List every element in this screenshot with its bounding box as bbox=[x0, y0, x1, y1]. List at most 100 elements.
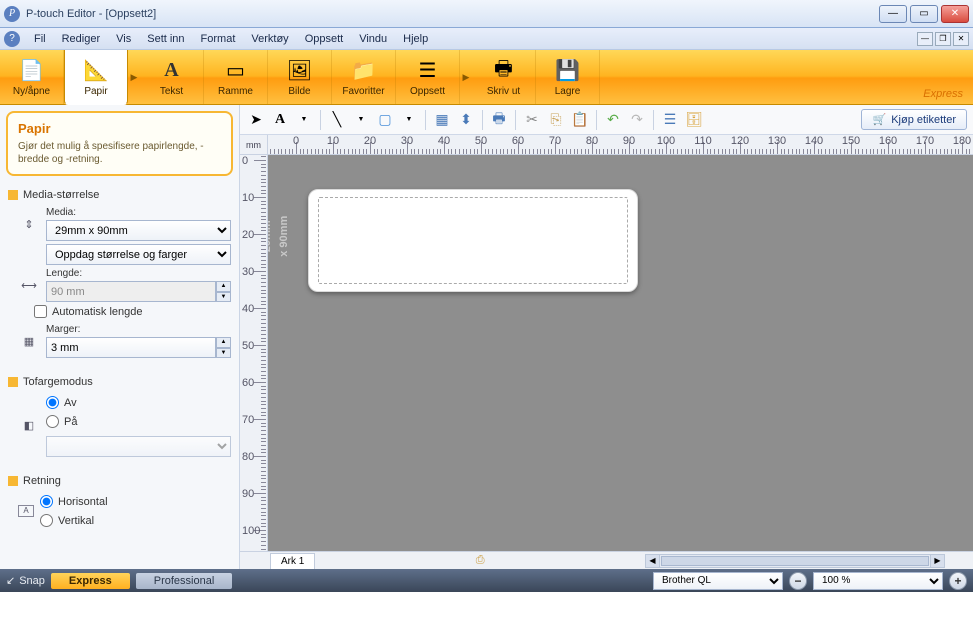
text-tool-dropdown[interactable]: ▼ bbox=[294, 110, 314, 130]
twocolor-on-radio[interactable] bbox=[46, 415, 59, 428]
line-tool-dropdown[interactable]: ▼ bbox=[351, 110, 371, 130]
page-new-icon: 📄 bbox=[18, 58, 46, 84]
media-label: Media: bbox=[46, 207, 231, 218]
printer-select[interactable]: Brother QL bbox=[653, 572, 783, 590]
label-preview[interactable] bbox=[308, 189, 638, 292]
menu-vindu[interactable]: Vindu bbox=[351, 33, 395, 45]
ribbon-ny-åpne-button[interactable]: 📄Ny/åpne bbox=[0, 50, 64, 104]
margins-input[interactable] bbox=[46, 337, 216, 358]
twocolor-select[interactable] bbox=[46, 436, 231, 457]
snap-mode-button[interactable]: ↙ Snap bbox=[6, 574, 45, 587]
menu-hjelp[interactable]: Hjelp bbox=[395, 33, 436, 45]
section-marker-icon bbox=[8, 190, 18, 200]
vertical-ruler[interactable]: 0102030405060708090100110 bbox=[240, 155, 268, 551]
design-canvas[interactable]: 29mm x 90mm bbox=[268, 155, 973, 551]
menu-bar: ? FilRedigerVisSett innFormatVerktøyOpps… bbox=[0, 28, 973, 50]
orientation-icon: A bbox=[18, 505, 34, 517]
scroll-thumb[interactable] bbox=[661, 556, 929, 566]
buy-labels-button[interactable]: 🛒Kjøp etiketter bbox=[861, 109, 967, 130]
label-print-area bbox=[318, 197, 628, 284]
orientation-vertical-radio[interactable] bbox=[40, 514, 53, 527]
detect-size-select[interactable]: Oppdag størrelse og farger bbox=[46, 244, 231, 265]
menu-vis[interactable]: Vis bbox=[108, 33, 139, 45]
align-tool-icon[interactable]: ⬍ bbox=[456, 110, 476, 130]
menu-verktøy[interactable]: Verktøy bbox=[243, 33, 296, 45]
paste-icon[interactable]: 📋 bbox=[570, 110, 590, 130]
app-icon: P bbox=[4, 6, 20, 22]
horizontal-scrollbar[interactable]: ◀ ▶ bbox=[645, 554, 945, 568]
menu-rediger[interactable]: Rediger bbox=[54, 33, 109, 45]
panel-info-title: Papir bbox=[18, 121, 221, 136]
sheet-tab[interactable]: Ark 1 bbox=[270, 553, 315, 569]
paper-icon: 📐 bbox=[82, 58, 110, 84]
length-input[interactable] bbox=[46, 281, 216, 302]
image-icon: 🖼 bbox=[286, 58, 314, 84]
ribbon-oppsett-button[interactable]: ☰Oppsett bbox=[396, 50, 460, 104]
ribbon-ramme-button[interactable]: ▭Ramme bbox=[204, 50, 268, 104]
ribbon-label: Papir bbox=[84, 86, 107, 97]
ribbon-bilde-button[interactable]: 🖼 Bilde bbox=[268, 50, 332, 104]
print-icon: 🖶 bbox=[490, 58, 518, 84]
mdi-close-button[interactable]: ✕ bbox=[953, 32, 969, 46]
margins-spin-down[interactable]: ▼ bbox=[216, 348, 231, 359]
ribbon-label: Bilde bbox=[288, 86, 310, 97]
shape-tool-icon[interactable]: ▢ bbox=[375, 110, 395, 130]
professional-mode-tab[interactable]: Professional bbox=[136, 573, 233, 589]
mdi-minimize-button[interactable]: — bbox=[917, 32, 933, 46]
line-tool-icon[interactable]: ╲ bbox=[327, 110, 347, 130]
panel-info-card: Papir Gjør det mulig å spesifisere papir… bbox=[6, 111, 233, 176]
menu-fil[interactable]: Fil bbox=[26, 33, 54, 45]
horizontal-ruler[interactable]: 0102030405060708090100110120130140150160… bbox=[268, 135, 973, 154]
auto-length-checkbox[interactable] bbox=[34, 305, 47, 318]
section-title-twocolor: Tofargemodus bbox=[23, 376, 93, 388]
text-icon: A bbox=[158, 58, 186, 84]
zoom-in-button[interactable]: + bbox=[949, 572, 967, 590]
section-title-orientation: Retning bbox=[23, 475, 61, 487]
menu-format[interactable]: Format bbox=[193, 33, 244, 45]
minimize-button[interactable]: — bbox=[879, 5, 907, 23]
zoom-select[interactable]: 100 % bbox=[813, 572, 943, 590]
scroll-left-button[interactable]: ◀ bbox=[646, 555, 660, 567]
scroll-right-button[interactable]: ▶ bbox=[930, 555, 944, 567]
ribbon-papir-button[interactable]: 📐 Papir bbox=[64, 50, 128, 105]
shape-tool-dropdown[interactable]: ▼ bbox=[399, 110, 419, 130]
help-icon[interactable]: ? bbox=[4, 31, 20, 47]
menu-oppsett[interactable]: Oppsett bbox=[297, 33, 352, 45]
redo-icon[interactable]: ↷ bbox=[627, 110, 647, 130]
zoom-out-button[interactable]: − bbox=[789, 572, 807, 590]
sheet-options-icon[interactable]: ⎙ bbox=[476, 554, 485, 567]
twocolor-icon: ◧ bbox=[18, 419, 40, 432]
ribbon-toolbar: 📄Ny/åpne 📐 Papir ▶ ATekst▭Ramme 🖼 Bilde 📁Favo… bbox=[0, 50, 973, 105]
edit-toolbar: ➤ A▼ ╲▼ ▢▼ ▦ ⬍ 🖶 ✂ ⎘ 📋 ↶ ↷ ☰ 🗄 🛒Kjøp eti… bbox=[240, 105, 973, 135]
margins-spin-up[interactable]: ▲ bbox=[216, 337, 231, 348]
section-marker-icon bbox=[8, 377, 18, 387]
ribbon-separator: ▶ bbox=[128, 50, 140, 104]
twocolor-off-radio[interactable] bbox=[46, 396, 59, 409]
copy-icon[interactable]: ⎘ bbox=[546, 110, 566, 130]
ribbon-skriv-ut-button[interactable]: 🖶Skriv ut bbox=[472, 50, 536, 104]
media-select[interactable]: 29mm x 90mm bbox=[46, 220, 231, 241]
ribbon-lagre-button[interactable]: 💾Lagre bbox=[536, 50, 600, 104]
table-tool-icon[interactable]: ▦ bbox=[432, 110, 452, 130]
layout-icon: ☰ bbox=[414, 58, 442, 84]
database-icon[interactable]: 🗄 bbox=[684, 110, 704, 130]
orientation-horizontal-radio[interactable] bbox=[40, 495, 53, 508]
ribbon-tekst-button[interactable]: ATekst bbox=[140, 50, 204, 104]
ribbon-favoritter-button[interactable]: 📁Favoritter bbox=[332, 50, 396, 104]
express-mode-tab[interactable]: Express bbox=[51, 573, 130, 589]
mdi-restore-button[interactable]: ❐ bbox=[935, 32, 951, 46]
menu-sett inn[interactable]: Sett inn bbox=[139, 33, 192, 45]
length-spin-down[interactable]: ▼ bbox=[216, 292, 231, 303]
frame-icon: ▭ bbox=[222, 58, 250, 84]
close-button[interactable]: ✕ bbox=[941, 5, 969, 23]
text-tool-icon[interactable]: A bbox=[270, 110, 290, 130]
properties-icon[interactable]: ☰ bbox=[660, 110, 680, 130]
maximize-button[interactable]: ▭ bbox=[910, 5, 938, 23]
cut-icon[interactable]: ✂ bbox=[522, 110, 542, 130]
print-preview-icon[interactable]: 🖶 bbox=[489, 110, 509, 130]
length-spin-up[interactable]: ▲ bbox=[216, 281, 231, 292]
length-icon: ⟷ bbox=[18, 279, 40, 292]
media-size-icon: ⇕ bbox=[18, 218, 40, 231]
undo-icon[interactable]: ↶ bbox=[603, 110, 623, 130]
pointer-tool-icon[interactable]: ➤ bbox=[246, 110, 266, 130]
